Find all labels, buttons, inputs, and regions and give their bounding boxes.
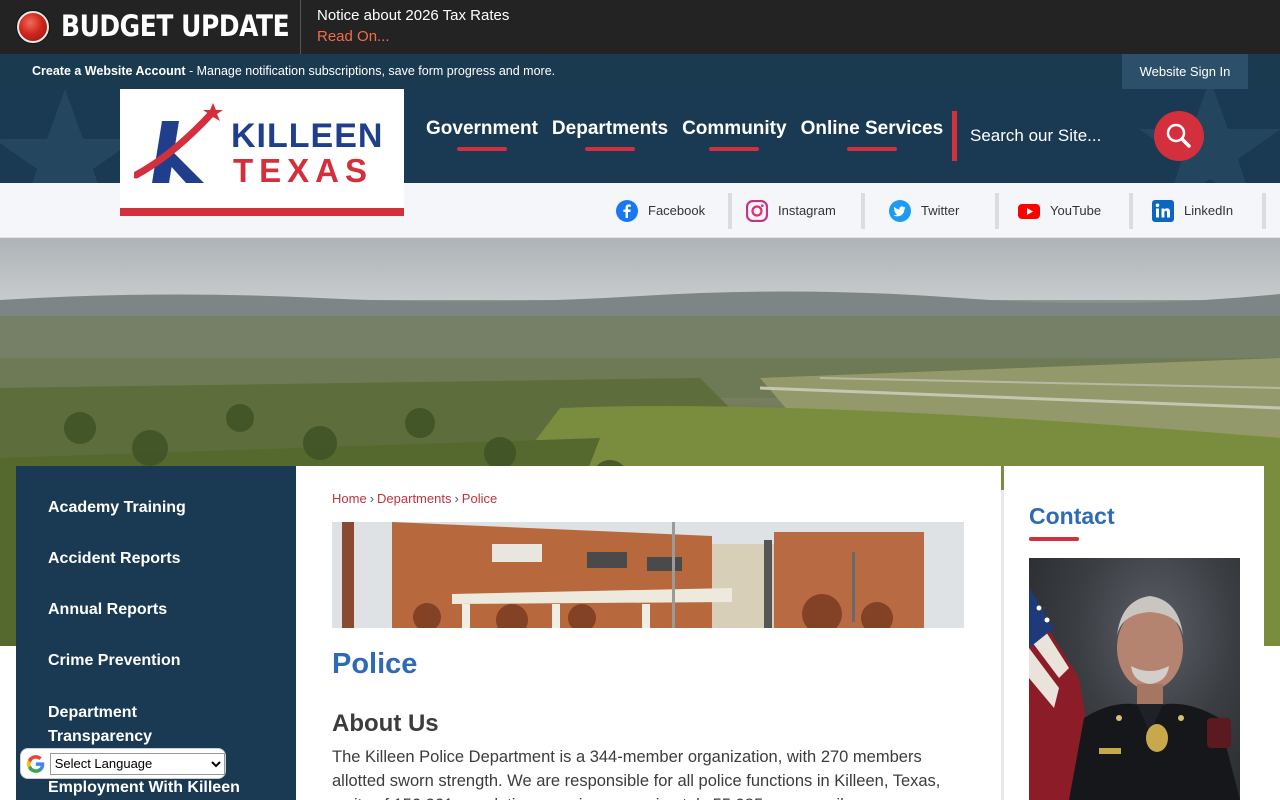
- instagram-icon: [746, 199, 768, 222]
- sidebar-item-employment[interactable]: Employment With Killeen: [48, 776, 240, 800]
- translate-widget: Select Language: [20, 748, 226, 779]
- linkedin-icon: [1152, 199, 1174, 222]
- create-account-link[interactable]: Create a Website Account: [32, 64, 186, 78]
- logo-text-texas: TEXAS: [233, 152, 374, 189]
- search-button[interactable]: [1154, 111, 1204, 161]
- social-label: LinkedIn: [1184, 203, 1234, 218]
- social-facebook[interactable]: Facebook: [616, 183, 705, 238]
- nav-label: Community: [682, 118, 787, 139]
- breadcrumb-home[interactable]: Home: [332, 491, 367, 506]
- social-twitter[interactable]: Twitter: [889, 183, 959, 238]
- account-description: - Manage notification subscriptions, sav…: [185, 64, 556, 78]
- about-body: The Killeen Police Department is a 344-m…: [332, 748, 941, 800]
- search-input[interactable]: [970, 117, 1160, 155]
- alert-divider: [300, 0, 301, 54]
- account-message: Create a Website Account - Manage notifi…: [32, 64, 555, 78]
- alert-icon: [17, 11, 49, 43]
- facebook-icon: [616, 199, 638, 222]
- main-content: Home › Departments › Police Police About U: [296, 466, 1001, 800]
- about-heading: About Us: [332, 710, 439, 737]
- nav-label: Online Services: [800, 118, 944, 139]
- social-divider: [1129, 193, 1133, 229]
- alert-bar: BUDGET UPDATE Notice about 2026 Tax Rate…: [0, 0, 1280, 54]
- google-g-icon: [26, 754, 45, 773]
- page-title: Police: [332, 648, 418, 680]
- sign-in-button[interactable]: Website Sign In: [1122, 54, 1248, 89]
- social-youtube[interactable]: YouTube: [1018, 183, 1101, 238]
- social-linkedin[interactable]: LinkedIn: [1152, 183, 1233, 238]
- social-divider: [995, 193, 999, 229]
- youtube-icon: [1018, 200, 1040, 222]
- breadcrumb-departments[interactable]: Departments: [377, 491, 451, 506]
- breadcrumb-separator: ›: [369, 491, 375, 506]
- language-select[interactable]: Select Language: [49, 752, 225, 775]
- social-divider: [728, 193, 732, 229]
- nav-underline: [456, 147, 507, 151]
- social-label: YouTube: [1050, 203, 1102, 218]
- contact-column: Contact: [1004, 466, 1264, 800]
- search-icon: [1166, 123, 1191, 148]
- nav-underline: [585, 147, 635, 151]
- logo-text-killeen: KILLEEN: [231, 117, 384, 155]
- social-instagram[interactable]: Instagram: [746, 183, 836, 238]
- contact-title: Contact: [1029, 503, 1115, 529]
- twitter-icon: [889, 199, 911, 222]
- nav-government[interactable]: Government: [426, 89, 538, 183]
- sidebar-item-annual-reports[interactable]: Annual Reports: [48, 598, 167, 622]
- nav-underline: [846, 147, 897, 151]
- search-divider: [952, 111, 957, 161]
- nav-label: Departments: [551, 118, 669, 139]
- sidebar-item-department-transparency[interactable]: Department Transparency: [48, 701, 198, 749]
- sidebar-item-academy-training[interactable]: Academy Training: [48, 496, 186, 520]
- killeen-k-logo-icon: [134, 103, 223, 183]
- police-building-banner: [332, 522, 964, 628]
- alert-title[interactable]: BUDGET UPDATE: [61, 9, 290, 43]
- nav-online-services[interactable]: Online Services: [800, 89, 944, 183]
- nav-label: Government: [426, 118, 538, 139]
- police-building-image: [332, 522, 964, 628]
- police-chief-portrait: [1029, 558, 1240, 800]
- breadcrumb: Home › Departments › Police: [332, 491, 497, 506]
- main-nav: Government Departments Community Online …: [420, 89, 957, 183]
- social-label: Twitter: [921, 203, 960, 218]
- social-label: Instagram: [778, 203, 836, 218]
- social-label: Facebook: [648, 203, 706, 218]
- contact-underline: [1029, 537, 1079, 541]
- alert-notice[interactable]: Notice about 2026 Tax Rates: [317, 7, 509, 24]
- sidebar-item-crime-prevention[interactable]: Crime Prevention: [48, 649, 180, 673]
- social-divider: [861, 193, 865, 229]
- account-bar: Create a Website Account - Manage notifi…: [0, 54, 1280, 89]
- nav-community[interactable]: Community: [682, 89, 787, 183]
- alert-read-on-link[interactable]: Read On...: [317, 28, 390, 45]
- social-divider: [1262, 193, 1266, 229]
- nav-departments[interactable]: Departments: [552, 89, 668, 183]
- breadcrumb-current[interactable]: Police: [462, 491, 497, 506]
- breadcrumb-separator: ›: [454, 491, 459, 506]
- portrait-image: [1029, 588, 1240, 800]
- nav-underline: [709, 147, 760, 151]
- site-logo[interactable]: KILLEEN TEXAS: [120, 89, 404, 216]
- sidebar-item-accident-reports[interactable]: Accident Reports: [48, 547, 180, 571]
